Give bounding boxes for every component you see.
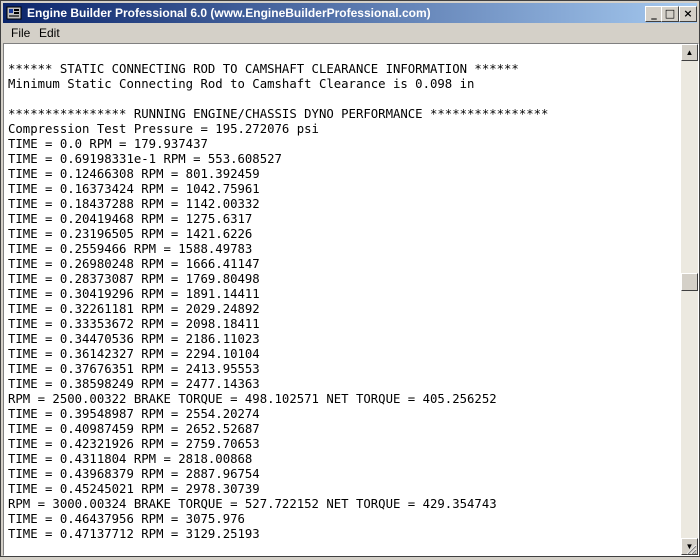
scroll-thumb[interactable] (681, 273, 698, 291)
output-line: TIME = 0.46437956 RPM = 3075.976 (8, 512, 245, 526)
output-line: TIME = 0.37676351 RPM = 2413.95553 (8, 362, 260, 376)
output-line: TIME = 0.16373424 RPM = 1042.75961 (8, 182, 260, 196)
output-line: TIME = 0.12466308 RPM = 801.392459 (8, 167, 260, 181)
resize-grip-icon[interactable] (685, 542, 697, 555)
output-line: ****** STATIC CONNECTING ROD TO CAMSHAFT… (8, 62, 519, 76)
output-lines: ****** STATIC CONNECTING ROD TO CAMSHAFT… (8, 47, 548, 542)
app-window: Engine Builder Professional 6.0 (www.Eng… (0, 0, 700, 557)
output-line: TIME = 0.30419296 RPM = 1891.14411 (8, 287, 260, 301)
output-line: TIME = 0.43968379 RPM = 2887.96754 (8, 467, 260, 481)
vertical-scrollbar[interactable]: ▲ ▼ (681, 44, 698, 555)
output-line: TIME = 0.33353672 RPM = 2098.18411 (8, 317, 260, 331)
output-line: TIME = 0.18437288 RPM = 1142.00332 (8, 197, 260, 211)
menu-edit[interactable]: Edit (39, 26, 60, 40)
output-line: TIME = 0.45245021 RPM = 2978.30739 (8, 482, 260, 496)
output-line: TIME = 0.2559466 RPM = 1588.49783 (8, 242, 253, 256)
close-button[interactable]: × (679, 6, 697, 22)
title-bar[interactable]: Engine Builder Professional 6.0 (www.Eng… (3, 3, 697, 23)
menu-file[interactable]: File (11, 26, 30, 40)
menu-bar: File Edit (3, 24, 697, 43)
output-line: **************** RUNNING ENGINE/CHASSIS … (8, 107, 549, 121)
window-title: Engine Builder Professional 6.0 (www.Eng… (27, 6, 431, 20)
output-line: TIME = 0.23196505 RPM = 1421.6226 (8, 227, 253, 241)
output-line: TIME = 0.39548987 RPM = 2554.20274 (8, 407, 260, 421)
output-line: TIME = 0.26980248 RPM = 1666.41147 (8, 257, 260, 271)
output-line: TIME = 0.38598249 RPM = 2477.14363 (8, 377, 260, 391)
output-line: TIME = 0.36142327 RPM = 2294.10104 (8, 347, 260, 361)
text-output-area[interactable]: ****** STATIC CONNECTING ROD TO CAMSHAFT… (3, 43, 699, 556)
output-line: Compression Test Pressure = 195.272076 p… (8, 122, 319, 136)
output-line: TIME = 0.0 RPM = 179.937437 (8, 137, 208, 151)
output-line: TIME = 0.28373087 RPM = 1769.80498 (8, 272, 260, 286)
maximize-button[interactable]: □ (661, 6, 679, 22)
scroll-up-button[interactable]: ▲ (681, 44, 698, 61)
output-line: TIME = 0.47137712 RPM = 3129.25193 (8, 527, 260, 541)
output-line: Minimum Static Connecting Rod to Camshaf… (8, 77, 475, 91)
output-line: TIME = 0.40987459 RPM = 2652.52687 (8, 422, 260, 436)
output-line: TIME = 0.34470536 RPM = 2186.11023 (8, 332, 260, 346)
output-text[interactable]: ****** STATIC CONNECTING ROD TO CAMSHAFT… (4, 44, 681, 555)
output-line: TIME = 0.42321926 RPM = 2759.70653 (8, 437, 260, 451)
app-icon[interactable] (6, 5, 22, 21)
output-line: TIME = 0.32261181 RPM = 2029.24892 (8, 302, 260, 316)
output-line: TIME = 0.20419468 RPM = 1275.6317 (8, 212, 253, 226)
output-line: TIME = 0.4311804 RPM = 2818.00868 (8, 452, 253, 466)
output-line: RPM = 3000.00324 BRAKE TORQUE = 527.7221… (8, 497, 497, 511)
output-line: RPM = 2500.00322 BRAKE TORQUE = 498.1025… (8, 392, 497, 406)
output-line: TIME = 0.69198331e-1 RPM = 553.608527 (8, 152, 282, 166)
